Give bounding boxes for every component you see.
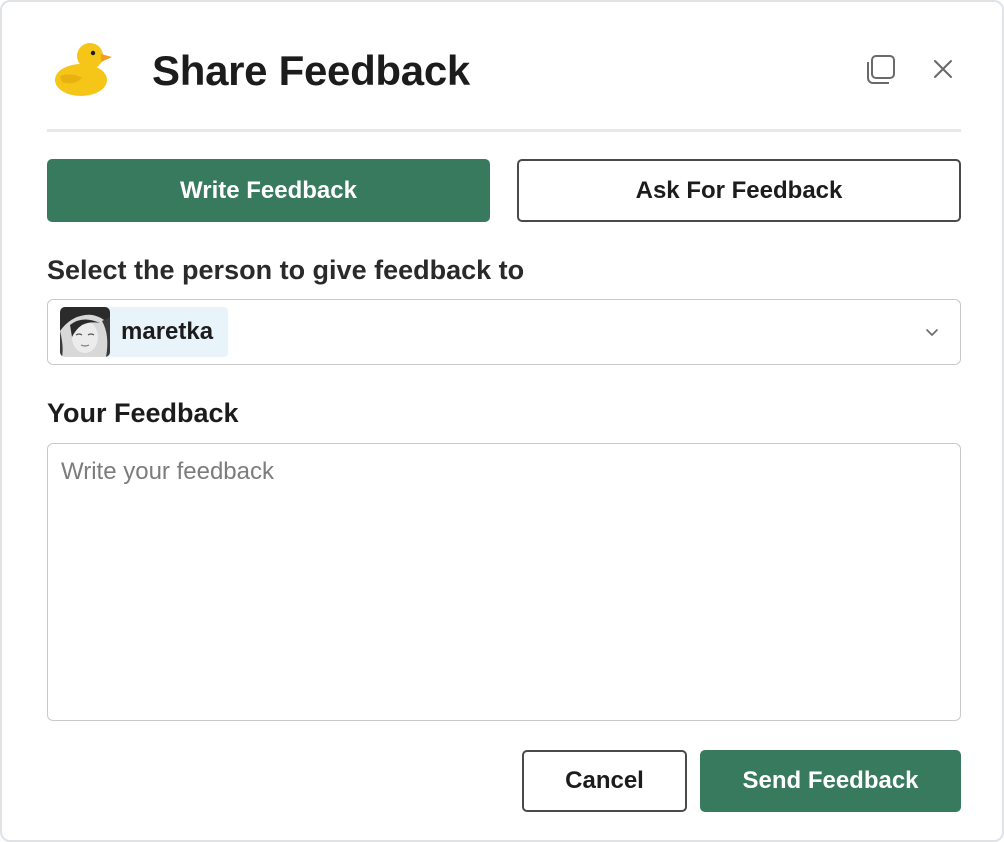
- selected-user-name: maretka: [121, 318, 214, 345]
- selected-user-chip[interactable]: maretka: [60, 307, 228, 357]
- duck-icon: [52, 38, 114, 100]
- tab-ask-for-feedback[interactable]: Ask For Feedback: [517, 159, 961, 222]
- share-feedback-dialog: Share Feedback Write Feedback Ask For Fe…: [0, 0, 1004, 842]
- header-divider: [47, 129, 961, 132]
- feedback-textarea[interactable]: [47, 443, 961, 721]
- close-icon[interactable]: [928, 54, 958, 84]
- copy-icon[interactable]: [862, 52, 898, 88]
- tab-write-feedback[interactable]: Write Feedback: [47, 159, 490, 222]
- cancel-button[interactable]: Cancel: [522, 750, 687, 812]
- feedback-label: Your Feedback: [47, 398, 239, 428]
- person-select[interactable]: maretka: [47, 299, 961, 365]
- send-feedback-button[interactable]: Send Feedback: [700, 750, 961, 812]
- chevron-down-icon[interactable]: [922, 322, 942, 342]
- avatar: [60, 307, 110, 357]
- person-select-label: Select the person to give feedback to: [47, 255, 525, 285]
- dialog-title: Share Feedback: [152, 47, 470, 94]
